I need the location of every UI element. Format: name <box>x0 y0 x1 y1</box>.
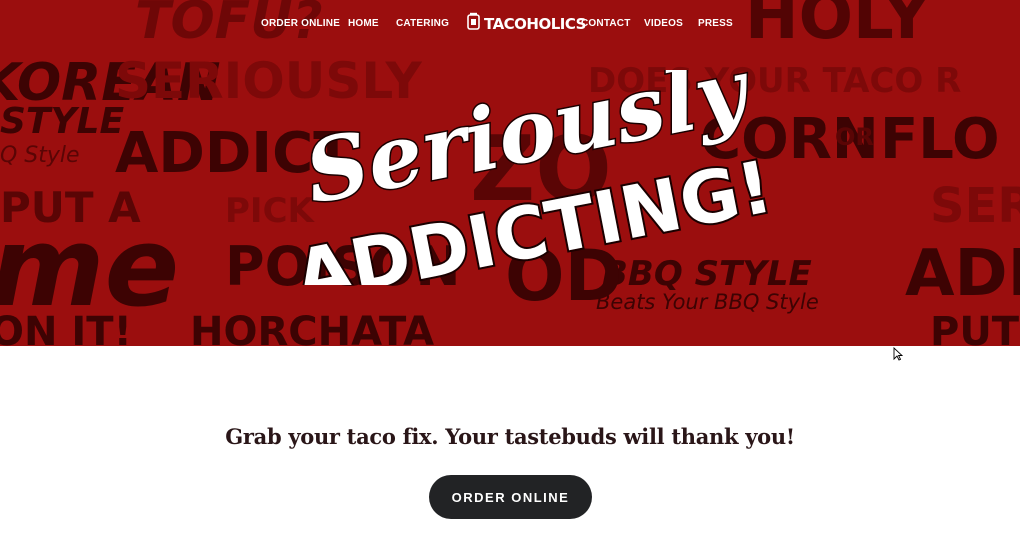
hero-banner: TOFU? HOLY KOREAN SERIOUSLY DOES YOUR TA… <box>0 0 1020 346</box>
tacoholics-logo[interactable]: TACOHOLICS <box>467 12 586 35</box>
bg-word: ON IT! <box>0 309 132 346</box>
bg-word: Q Style <box>0 143 80 168</box>
bg-word: Beats Your BBQ Style <box>596 290 819 314</box>
tagline: Grab your taco fix. Your tastebuds will … <box>225 424 795 449</box>
taco-cup-icon <box>467 12 481 35</box>
logo-text: TACOHOLICS <box>484 14 586 33</box>
top-navigation: ORDER ONLINE HOME CATERING TACOHOLICS CO… <box>0 0 1020 48</box>
bg-word: HORCHATA <box>190 309 434 346</box>
nav-contact[interactable]: CONTACT <box>581 18 631 29</box>
order-online-button[interactable]: ORDER ONLINE <box>429 475 592 519</box>
bg-word: STYLE <box>0 101 124 142</box>
nav-catering[interactable]: CATERING <box>396 18 449 29</box>
nav-press[interactable]: PRESS <box>698 18 733 29</box>
bg-word: FLO <box>880 107 1000 172</box>
nav-order-online[interactable]: ORDER ONLINE <box>261 18 340 29</box>
bg-word: PUT <box>930 309 1020 346</box>
bg-word: SER <box>930 178 1020 234</box>
mouse-cursor-icon <box>893 346 904 366</box>
nav-videos[interactable]: VIDEOS <box>644 18 683 29</box>
nav-home[interactable]: HOME <box>348 18 379 29</box>
hero-headline: Seriously ADDICTING! <box>287 70 780 285</box>
bg-word: ADD <box>905 237 1020 311</box>
bg-word: OR <box>835 123 874 151</box>
